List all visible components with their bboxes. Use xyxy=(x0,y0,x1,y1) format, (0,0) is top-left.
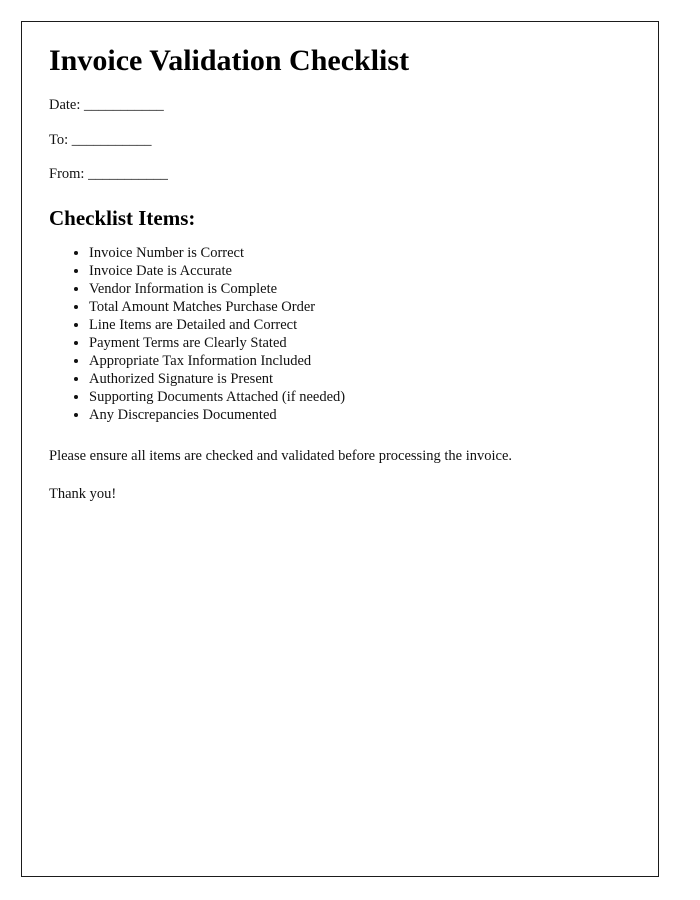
thank-you-text: Thank you! xyxy=(49,486,117,503)
checklist-item[interactable]: Vendor Information is Complete xyxy=(89,280,638,298)
date-blank-line[interactable]: ___________ xyxy=(84,97,164,113)
checklist-item[interactable]: Line Items are Detailed and Correct xyxy=(89,316,638,334)
to-label: To: xyxy=(49,131,69,148)
date-label: Date: xyxy=(49,97,81,113)
checklist-list: Invoice Number is CorrectInvoice Date is… xyxy=(49,244,638,424)
checklist-item[interactable]: Invoice Number is Correct xyxy=(89,244,638,262)
from-label: From: xyxy=(49,166,85,183)
checklist-item[interactable]: Payment Terms are Clearly Stated xyxy=(89,334,638,352)
from-blank-line[interactable]: ___________ xyxy=(88,166,168,182)
checklist-item[interactable]: Supporting Documents Attached (if needed… xyxy=(89,388,638,406)
checklist-section-heading: Checklist Items: xyxy=(49,205,196,230)
checklist-item[interactable]: Appropriate Tax Information Included xyxy=(89,352,638,370)
checklist-item[interactable]: Total Amount Matches Purchase Order xyxy=(89,298,638,316)
field-row-from: From: ___________ xyxy=(49,165,638,185)
document-content: Invoice Validation Checklist Date: _____… xyxy=(49,44,638,504)
closing-note: Please ensure all items are checked and … xyxy=(49,447,513,464)
field-row-to: To: ___________ xyxy=(49,131,638,151)
document-page: Invoice Validation Checklist Date: _____… xyxy=(21,21,659,877)
header-fields: Date: ___________ To: ___________ From: … xyxy=(49,96,638,185)
page-title: Invoice Validation Checklist xyxy=(49,44,410,77)
checklist-item[interactable]: Any Discrepancies Documented xyxy=(89,406,638,424)
checklist-item[interactable]: Authorized Signature is Present xyxy=(89,370,638,388)
field-row-date: Date: ___________ xyxy=(49,96,638,116)
checklist-item[interactable]: Invoice Date is Accurate xyxy=(89,262,638,280)
to-blank-line[interactable]: ___________ xyxy=(72,132,152,148)
